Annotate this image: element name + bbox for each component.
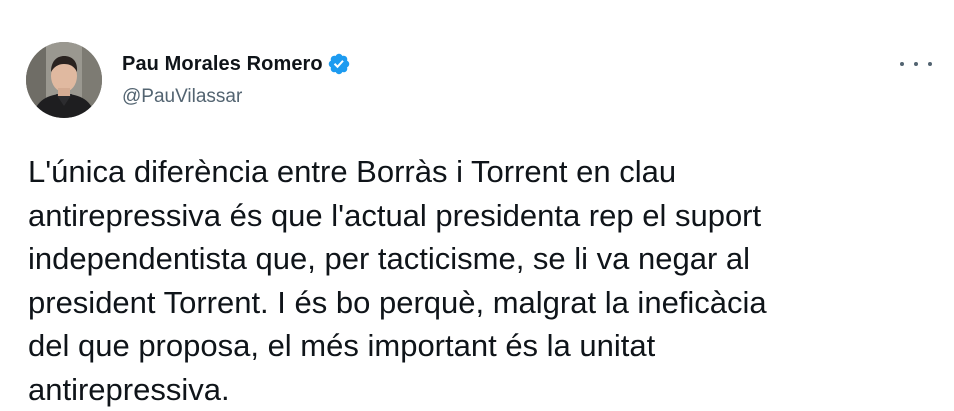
- tweet-text: L'única diferència entre Borràs i Torren…: [28, 154, 767, 407]
- user-handle[interactable]: @PauVilassar: [122, 86, 242, 108]
- more-dots-icon: [900, 62, 904, 66]
- avatar[interactable]: [26, 42, 102, 118]
- display-name[interactable]: Pau Morales Romero: [122, 53, 323, 76]
- more-dots-icon: [928, 62, 932, 66]
- author-name-row[interactable]: Pau Morales Romero: [122, 52, 351, 76]
- more-options-button[interactable]: [900, 54, 932, 74]
- tweet-card: Pau Morales Romero @PauVilassar L'única …: [0, 0, 954, 410]
- profile-photo-icon: [26, 42, 102, 118]
- more-dots-icon: [914, 62, 918, 66]
- verified-badge-icon: [327, 52, 351, 76]
